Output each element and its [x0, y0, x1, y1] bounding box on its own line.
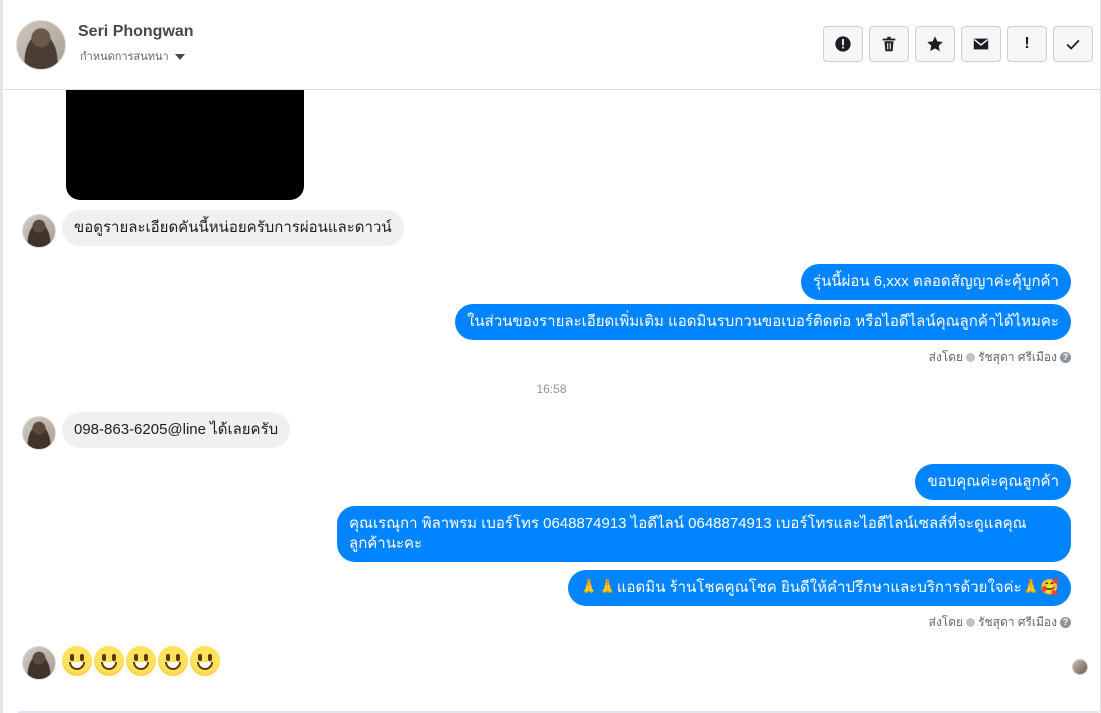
outgoing-message[interactable]: รุ่นนี้ผ่อน 6,xxx ตลอดสัญญาค่ะคุ้บูกค้า [801, 264, 1071, 300]
attachment-image[interactable] [66, 90, 304, 200]
grinning-face-icon [94, 646, 124, 676]
sent-by-name[interactable]: รัชสุดา ศรีเมือง [978, 613, 1057, 632]
help-icon[interactable]: ? [1060, 352, 1071, 363]
important-icon: ! [1024, 35, 1030, 52]
sent-by-label: ส่งโดย รัชสุดา ศรีเมือง ? [929, 613, 1071, 632]
mark-done-button[interactable] [1053, 26, 1093, 62]
read-receipt-avatar [1072, 659, 1088, 675]
contact-avatar[interactable] [16, 20, 66, 70]
incoming-emoji-message[interactable] [62, 646, 220, 676]
assign-conversation-dropdown[interactable]: กำหนดการสนทนา [80, 47, 185, 65]
sent-by-prefix: ส่งโดย [928, 350, 964, 364]
caret-down-icon [174, 53, 185, 60]
agent-icon [966, 618, 976, 627]
grinning-face-icon [62, 646, 92, 676]
assign-label: กำหนดการสนทนา [80, 51, 169, 63]
checkmark-icon [1066, 39, 1080, 50]
grinning-face-icon [158, 646, 188, 676]
envelope-icon [973, 38, 989, 50]
star-button[interactable] [915, 26, 955, 62]
sent-by-name[interactable]: รัชสุดา ศรีเมือง [978, 348, 1057, 367]
conversation-header: Seri Phongwan กำหนดการสนทนา ! [3, 0, 1100, 90]
sent-by-label: ส่งโดย รัชสุดา ศรีเมือง ? [929, 348, 1071, 367]
sender-avatar[interactable] [22, 416, 56, 450]
sent-by-prefix: ส่งโดย [928, 615, 964, 629]
outgoing-message[interactable]: 🙏🙏แอดมิน ร้านโชคคูณโชค ยินดีให้คำปรึกษาแ… [567, 570, 1071, 606]
star-icon [927, 36, 943, 52]
sender-avatar[interactable] [22, 214, 56, 248]
contact-name[interactable]: Seri Phongwan [78, 23, 194, 41]
help-icon[interactable]: ? [1060, 617, 1071, 628]
time-divider: 16:58 [536, 382, 567, 396]
outgoing-message[interactable]: ในส่วนของรายละเอียดเพิ่มเติม แอดมินรบกวน… [455, 304, 1071, 340]
delete-button[interactable] [869, 26, 909, 62]
mark-spam-button[interactable] [823, 26, 863, 62]
sender-avatar[interactable] [22, 646, 56, 680]
mark-unread-button[interactable] [961, 26, 1001, 62]
message-thread[interactable]: ขอดูรายละเอียดคันนี้หน่อยครับการผ่อนและด… [3, 90, 1100, 713]
outgoing-message[interactable]: คุณเรณุกา พิลาพรม เบอร์โทร 0648874913 ไอ… [337, 506, 1071, 562]
grinning-face-icon [190, 646, 220, 676]
mark-important-button[interactable]: ! [1007, 26, 1047, 62]
incoming-message[interactable]: 098-863-6205@line ได้เลยครับ [62, 412, 291, 448]
incoming-message[interactable]: ขอดูรายละเอียดคันนี้หน่อยครับการผ่อนและด… [62, 210, 404, 246]
header-actions: ! [823, 26, 1093, 62]
outgoing-message[interactable]: ขอบคุณค่ะคุณลูกค้า [915, 464, 1071, 500]
trash-icon [882, 36, 896, 52]
grinning-face-icon [126, 646, 156, 676]
spam-icon [835, 36, 851, 52]
agent-icon [966, 353, 976, 362]
